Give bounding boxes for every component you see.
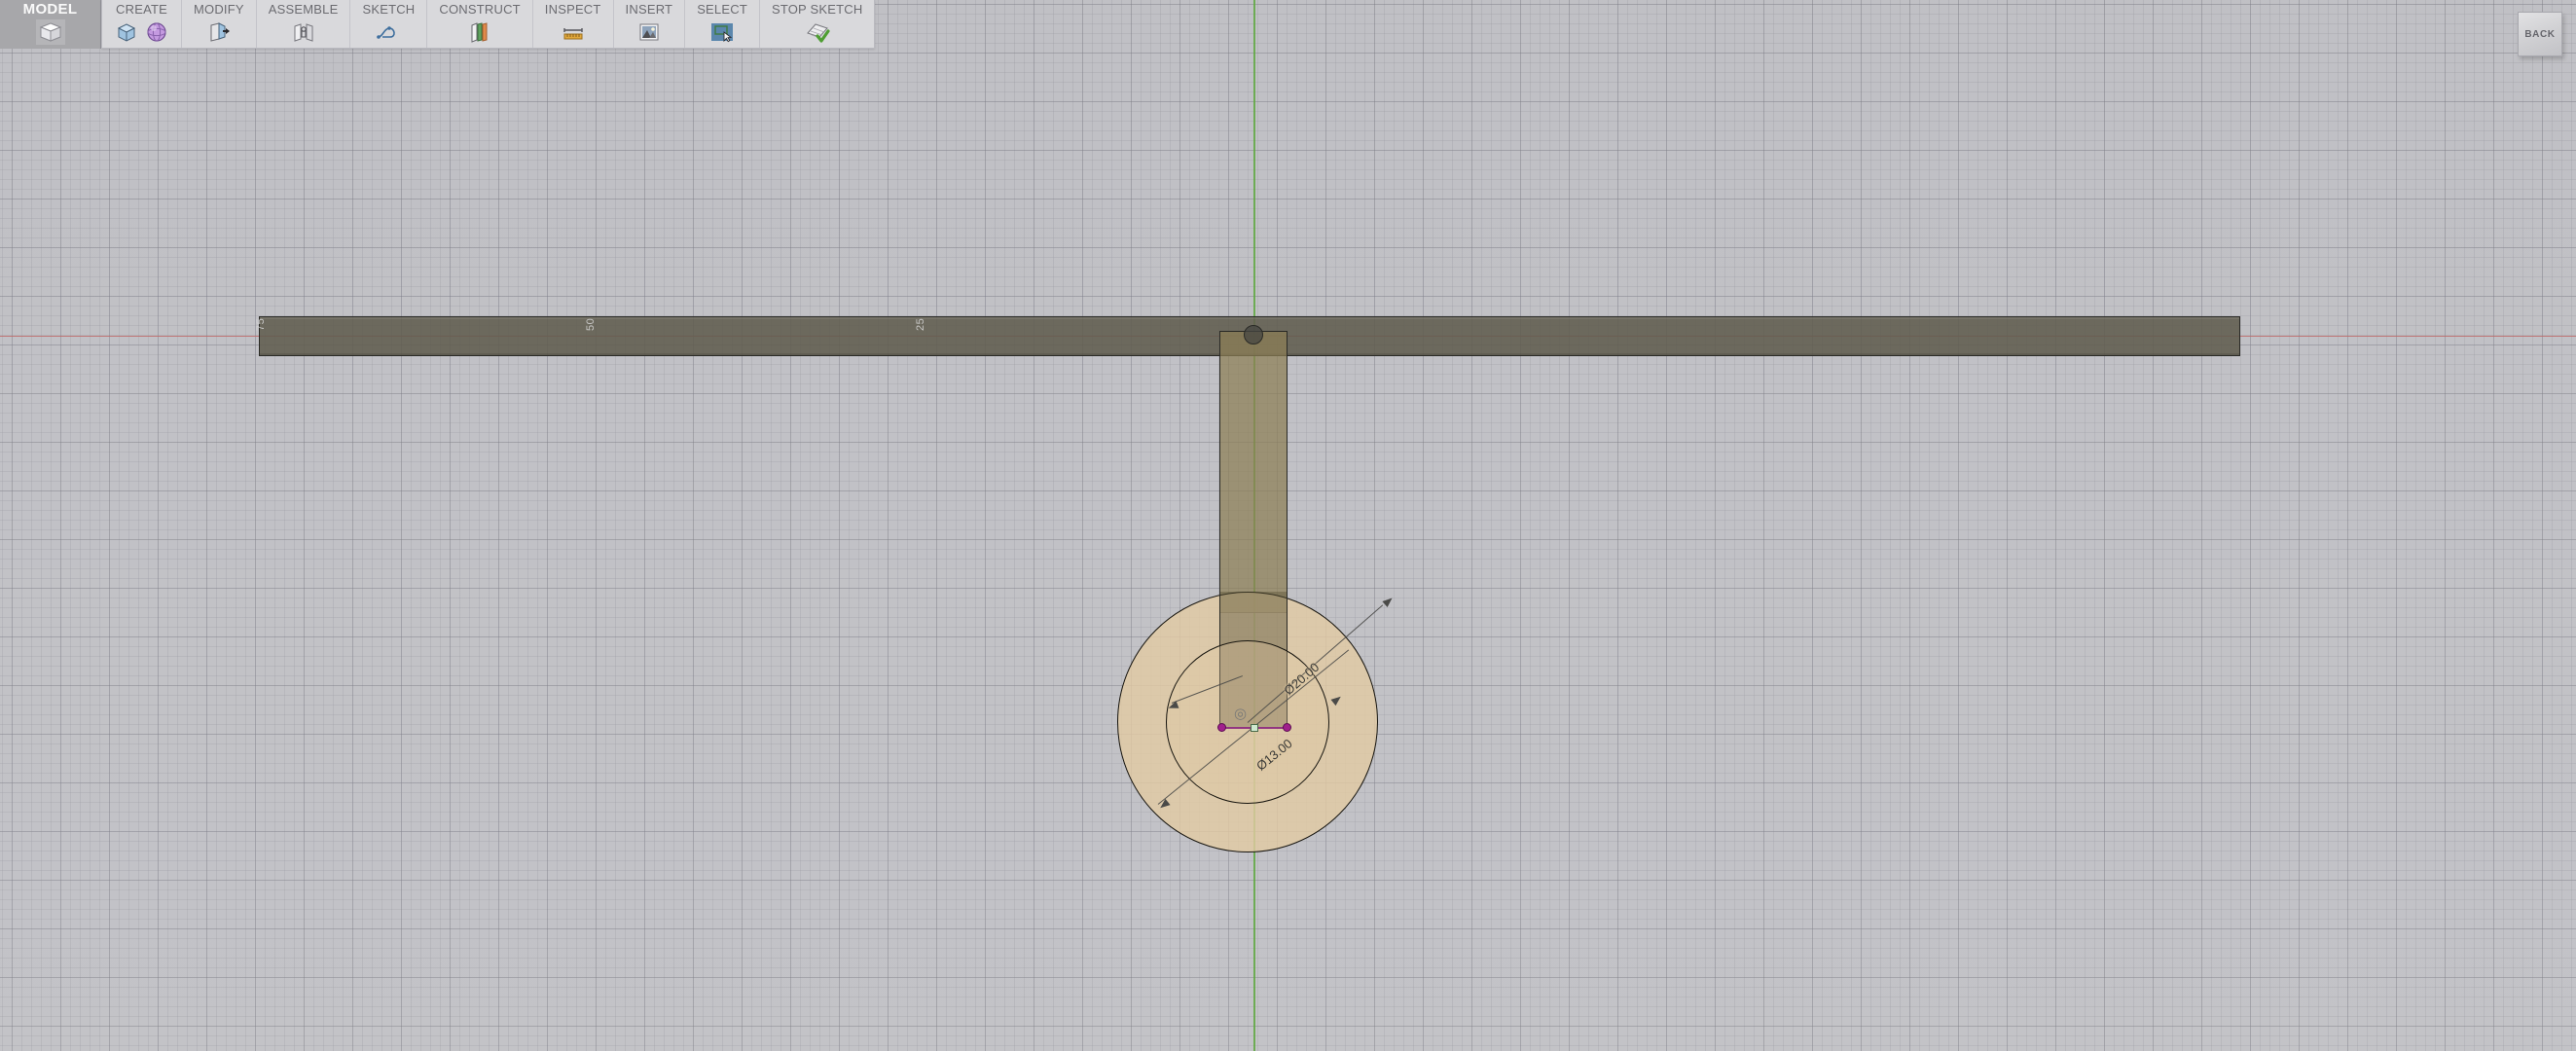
panel-stop-sketch[interactable]: STOP SKETCH — [760, 0, 874, 48]
panel-modify-title: MODIFY — [194, 2, 244, 17]
toolbar-panel-strip: CREATE MODIFY ASSEMBLE SKETCH CONSTRUCT … — [101, 0, 876, 49]
coincident-constraint-icon[interactable]: ◎ — [1234, 707, 1247, 721]
view-cube[interactable]: BACK — [2518, 12, 2562, 56]
panel-inspect-icons — [561, 18, 586, 47]
view-cube-face[interactable]: BACK — [2518, 12, 2562, 56]
panel-select-icons — [709, 18, 735, 47]
panel-create-title: CREATE — [116, 2, 167, 17]
panel-insert-icons — [636, 18, 662, 47]
panel-assemble-title: ASSEMBLE — [268, 2, 339, 17]
modify-press-pull-icon[interactable] — [206, 19, 232, 45]
vertical-arm-body[interactable] — [1219, 331, 1288, 613]
pivot-hole[interactable] — [1244, 325, 1263, 344]
view-cube-face-label: BACK — [2524, 28, 2556, 40]
ruler-label-50: 50 — [585, 317, 597, 331]
panel-insert[interactable]: INSERT — [614, 0, 686, 48]
panel-inspect[interactable]: INSPECT — [533, 0, 614, 48]
create-sphere-icon[interactable] — [144, 19, 169, 45]
panel-create[interactable]: CREATE — [102, 0, 182, 48]
sketch-point-right[interactable] — [1283, 723, 1291, 732]
panel-construct[interactable]: CONSTRUCT — [427, 0, 533, 48]
panel-select[interactable]: SELECT — [685, 0, 760, 48]
panel-assemble-icons — [291, 18, 316, 47]
sketch-point-left[interactable] — [1217, 723, 1226, 732]
assemble-joint-icon[interactable] — [291, 19, 316, 45]
sketch-origin-point[interactable] — [1251, 724, 1258, 732]
ruler-label-75: 75 — [255, 317, 267, 331]
workspace-label: MODEL — [22, 1, 78, 18]
insert-image-icon[interactable] — [636, 19, 662, 45]
panel-modify-icons — [206, 18, 232, 47]
modeling-canvas[interactable]: 75 50 25 Ø20.00 Ø13.00 ◎ — [0, 0, 2576, 1051]
panel-sketch-title: SKETCH — [362, 2, 416, 17]
outer-dimension-arrow — [1382, 595, 1396, 608]
sketch-spline-icon[interactable] — [376, 19, 401, 45]
main-toolbar: MODEL CREATE MODIFY ASSEMBLE SKETCH CONS… — [0, 0, 876, 49]
panel-sketch-icons — [376, 18, 401, 47]
workspace-selector[interactable]: MODEL — [0, 0, 101, 49]
cube-icon — [35, 19, 65, 50]
panel-assemble[interactable]: ASSEMBLE — [257, 0, 351, 48]
stop-sketch-icon[interactable] — [805, 19, 830, 45]
panel-construct-title: CONSTRUCT — [439, 2, 521, 17]
select-window-icon[interactable] — [709, 19, 735, 45]
cad-application-window: 75 50 25 Ø20.00 Ø13.00 ◎ MODEL CREATE MO… — [0, 0, 2576, 1051]
canvas-sheet-overlay — [0, 0, 2576, 1051]
ruler-label-25: 25 — [915, 317, 926, 331]
construct-offset-plane-icon[interactable] — [467, 19, 492, 45]
panel-select-title: SELECT — [697, 2, 747, 17]
panel-inspect-title: INSPECT — [544, 2, 601, 17]
panel-sketch[interactable]: SKETCH — [350, 0, 428, 48]
panel-construct-icons — [467, 18, 492, 47]
panel-stop-sketch-icons — [805, 18, 830, 47]
panel-modify[interactable]: MODIFY — [182, 0, 257, 48]
panel-insert-title: INSERT — [625, 2, 673, 17]
panel-stop-sketch-title: STOP SKETCH — [771, 2, 863, 17]
inspect-measure-icon[interactable] — [561, 19, 586, 45]
create-box-icon[interactable] — [114, 19, 139, 45]
panel-create-icons — [114, 18, 169, 47]
